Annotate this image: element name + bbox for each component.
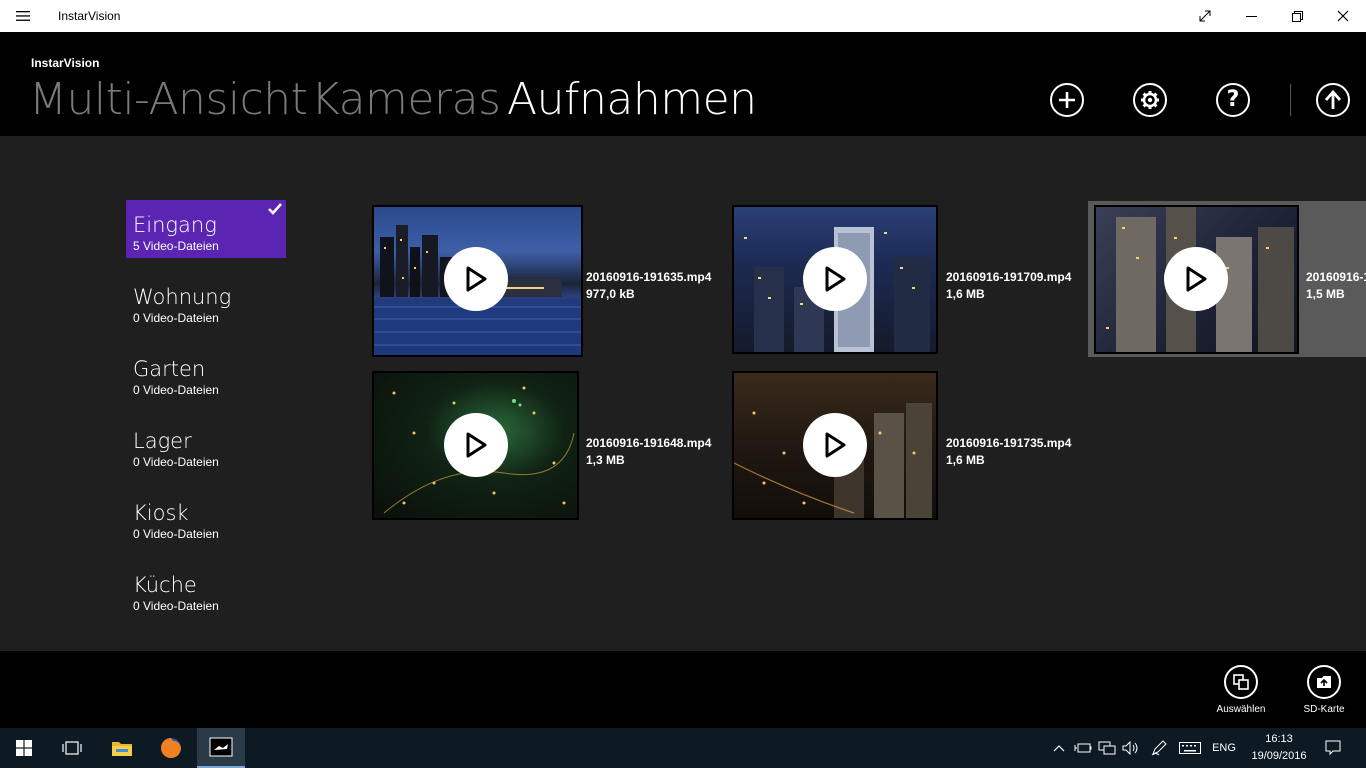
- recording-filename: 20160916-191735.mp4: [946, 436, 1072, 450]
- sd-card-button[interactable]: SD-Karte: [1294, 665, 1354, 725]
- settings-icon: [1141, 91, 1159, 109]
- title-bar: InstarVision: [0, 0, 1366, 32]
- recording-size: 1,3 MB: [586, 453, 625, 467]
- select-button[interactable]: Auswählen: [1211, 665, 1271, 725]
- select-label: Auswählen: [1216, 704, 1266, 715]
- maximize-icon[interactable]: [1274, 0, 1320, 32]
- instarvision-icon[interactable]: [197, 728, 245, 768]
- play-button[interactable]: [803, 247, 867, 311]
- camera-name: Küche: [133, 573, 197, 597]
- notification-icon[interactable]: [1318, 728, 1348, 768]
- recording-filename: 20160916-1: [1306, 270, 1366, 284]
- show-hidden-icons-icon[interactable]: [1050, 728, 1068, 768]
- play-icon: [1186, 266, 1207, 292]
- network-icon[interactable]: [1096, 728, 1118, 768]
- bottom-app-bar: Auswählen SD-Karte: [0, 651, 1366, 728]
- camera-count: 0 Video-Dateien: [133, 383, 219, 397]
- camera-count: 5 Video-Dateien: [133, 239, 219, 253]
- camera-name: Kiosk: [133, 501, 189, 525]
- recordings-view: Eingang 5 Video-Dateien Wohnung 0 Video-…: [0, 136, 1366, 651]
- upload-icon: [1324, 90, 1342, 109]
- camera-item-kueche[interactable]: Küche 0 Video-Dateien: [126, 560, 286, 618]
- add-icon: [1059, 92, 1075, 108]
- recording-size: 1,6 MB: [946, 453, 985, 467]
- recording-tile-highlighted[interactable]: 20160916-1 1,5 MB: [1088, 201, 1366, 357]
- header-divider: [1290, 84, 1291, 116]
- play-button[interactable]: [803, 413, 867, 477]
- upload-button[interactable]: [1316, 83, 1350, 117]
- recording-size: 977,0 kB: [586, 287, 635, 301]
- settings-button[interactable]: [1133, 83, 1167, 117]
- expand-icon[interactable]: [1182, 0, 1228, 32]
- help-icon: ?: [1226, 87, 1240, 112]
- clock-date: 19/09/2016: [1251, 750, 1307, 762]
- recording-tile[interactable]: 20160916-191635.mp4 977,0 kB: [372, 205, 732, 358]
- play-icon: [825, 432, 846, 458]
- task-view-icon[interactable]: [48, 728, 96, 768]
- camera-item-wohnung[interactable]: Wohnung 0 Video-Dateien: [126, 272, 286, 330]
- play-button[interactable]: [444, 413, 508, 477]
- brand-label: InstarVision: [31, 56, 100, 70]
- window-title: InstarVision: [58, 9, 121, 23]
- language-indicator[interactable]: ENG: [1208, 728, 1240, 768]
- camera-name: Lager: [133, 429, 192, 453]
- recording-tile[interactable]: 20160916-191735.mp4 1,6 MB: [732, 371, 1082, 521]
- sd-card-label: SD-Karte: [1303, 704, 1345, 715]
- app-header: InstarVision Multi-Ansicht Kameras Aufna…: [0, 32, 1366, 136]
- camera-item-kiosk[interactable]: Kiosk 0 Video-Dateien: [126, 488, 286, 546]
- keyboard-icon[interactable]: [1176, 728, 1204, 768]
- recording-filename: 20160916-191709.mp4: [946, 270, 1072, 284]
- recording-filename: 20160916-191648.mp4: [586, 436, 712, 450]
- clock-time: 16:13: [1265, 733, 1293, 745]
- play-icon: [825, 266, 846, 292]
- tab-kameras[interactable]: Kameras: [311, 74, 501, 126]
- firefox-icon[interactable]: [147, 728, 195, 768]
- minimize-icon[interactable]: [1228, 0, 1274, 32]
- recording-tile[interactable]: 20160916-191709.mp4 1,6 MB: [732, 205, 1082, 355]
- clock[interactable]: 16:13 19/09/2016: [1244, 731, 1314, 765]
- file-explorer-icon[interactable]: [98, 728, 146, 768]
- help-button[interactable]: ?: [1216, 83, 1250, 117]
- tab-aufnahmen[interactable]: Aufnahmen: [507, 74, 757, 126]
- sd-card-icon: [1317, 676, 1331, 688]
- windows-taskbar: ENG 16:13 19/09/2016: [0, 728, 1366, 768]
- camera-item-lager[interactable]: Lager 0 Video-Dateien: [126, 416, 286, 474]
- tab-multi-ansicht[interactable]: Multi-Ansicht: [29, 74, 308, 126]
- camera-count: 0 Video-Dateien: [133, 599, 219, 613]
- battery-icon[interactable]: [1072, 728, 1094, 768]
- camera-name: Eingang: [133, 213, 217, 237]
- pen-icon[interactable]: [1148, 728, 1170, 768]
- camera-count: 0 Video-Dateien: [133, 311, 219, 325]
- play-button[interactable]: [444, 247, 508, 311]
- recording-filename: 20160916-191635.mp4: [586, 270, 712, 284]
- camera-name: Wohnung: [133, 285, 232, 309]
- recording-size: 1,6 MB: [946, 287, 985, 301]
- hamburger-icon[interactable]: [10, 6, 36, 26]
- camera-item-garten[interactable]: Garten 0 Video-Dateien: [126, 344, 286, 402]
- play-icon: [466, 432, 487, 458]
- select-icon: [1233, 674, 1249, 690]
- recording-tile[interactable]: 20160916-191648.mp4 1,3 MB: [372, 371, 732, 521]
- add-button[interactable]: [1050, 83, 1084, 117]
- camera-item-eingang[interactable]: Eingang 5 Video-Dateien: [126, 200, 286, 258]
- volume-icon[interactable]: [1120, 728, 1142, 768]
- play-button[interactable]: [1164, 247, 1228, 311]
- recording-size: 1,5 MB: [1306, 287, 1345, 301]
- camera-name: Garten: [133, 357, 206, 381]
- camera-count: 0 Video-Dateien: [133, 455, 219, 469]
- close-icon[interactable]: [1320, 0, 1366, 32]
- windows-icon[interactable]: [0, 728, 48, 768]
- play-icon: [466, 266, 487, 292]
- camera-count: 0 Video-Dateien: [133, 527, 219, 541]
- checkmark-icon: [268, 203, 282, 215]
